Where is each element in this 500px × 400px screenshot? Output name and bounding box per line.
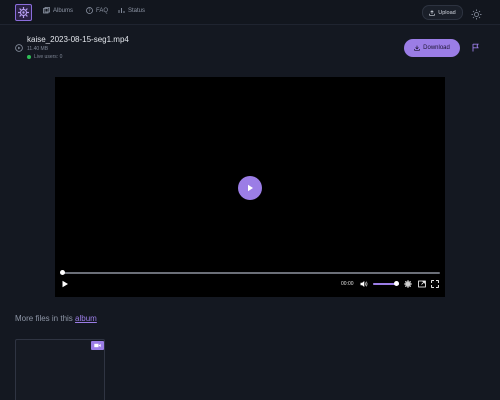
albums-icon (43, 7, 50, 14)
site-logo[interactable] (15, 4, 32, 21)
download-button[interactable]: Download (404, 39, 460, 57)
sun-icon (471, 9, 482, 20)
video-camera-icon (94, 343, 101, 348)
report-flag-icon[interactable] (471, 43, 480, 52)
album-link[interactable]: album (75, 314, 97, 323)
video-file-icon (15, 44, 23, 52)
seek-bar[interactable] (62, 272, 440, 274)
nav-albums[interactable]: Albums (43, 7, 73, 14)
settings-gear-icon[interactable] (404, 280, 412, 288)
gear-logo-icon (18, 7, 29, 18)
volume-icon[interactable] (360, 280, 368, 288)
nav-status[interactable]: Status (118, 7, 145, 14)
question-icon: ? (86, 7, 93, 14)
big-play-button[interactable] (238, 176, 262, 200)
more-files-heading: More files in this album (15, 314, 97, 323)
live-users-label: Live users: 0 (34, 54, 63, 60)
upload-label: Upload (438, 9, 456, 16)
chart-icon (118, 8, 125, 13)
top-navbar: Albums ? FAQ Status Upload (0, 0, 500, 25)
file-type-badge (91, 341, 104, 350)
file-size: 11.40 MB (27, 46, 49, 52)
upload-icon (429, 9, 436, 16)
file-name: kaise_2023-08-15-seg1.mp4 (27, 35, 129, 44)
play-control-icon[interactable] (61, 280, 69, 288)
nav-faq[interactable]: ? FAQ (86, 7, 108, 14)
upload-button[interactable]: Upload (422, 5, 463, 20)
download-label: Download (423, 45, 450, 51)
more-files-text: More files in this (15, 314, 73, 323)
live-users-status: Live users: 0 (27, 54, 62, 60)
download-icon (414, 45, 420, 51)
play-icon (248, 184, 253, 192)
volume-slider-thumb[interactable] (394, 281, 399, 286)
theme-toggle-button[interactable] (471, 7, 482, 20)
live-status-dot (27, 55, 31, 59)
seek-bar-thumb[interactable] (60, 270, 65, 275)
nav-status-label: Status (128, 7, 146, 14)
pip-icon[interactable] (418, 280, 426, 288)
nav-faq-label: FAQ (96, 7, 109, 14)
time-display: 00:00 (341, 281, 354, 287)
fullscreen-icon[interactable] (431, 280, 439, 288)
video-player[interactable]: 00:00 (55, 77, 445, 297)
nav-albums-label: Albums (53, 7, 74, 14)
